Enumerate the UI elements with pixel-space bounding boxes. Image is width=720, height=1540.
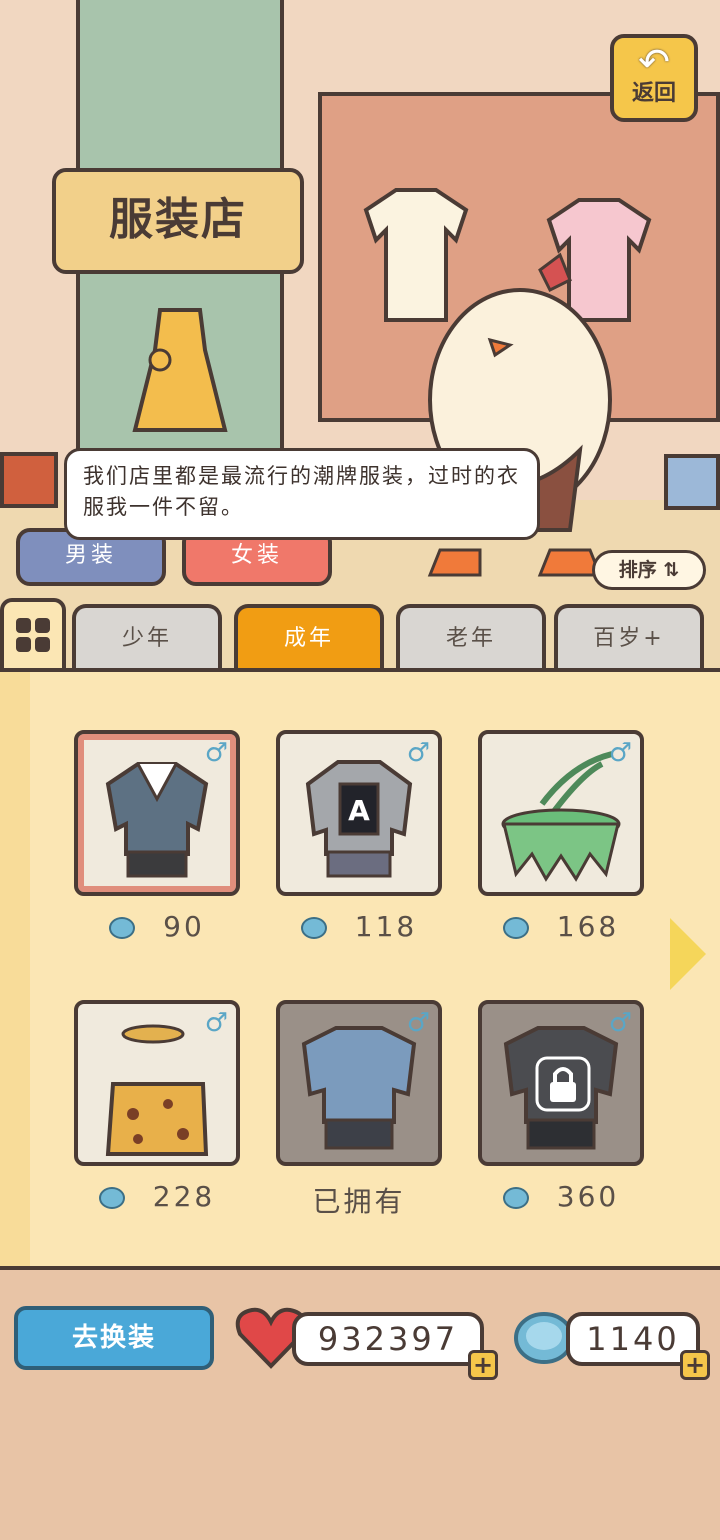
coin-icon: [98, 1187, 125, 1209]
price-value: 228: [152, 1180, 216, 1213]
price-value: 168: [556, 910, 620, 943]
item-price-black-shirt: 360: [478, 1180, 644, 1220]
go-dress-up-button[interactable]: 去换装: [14, 1306, 214, 1370]
item-price-blazer: 90: [74, 910, 240, 950]
item-card-blazer[interactable]: ♂: [74, 730, 240, 896]
item-owned-label: 已拥有: [276, 1180, 442, 1220]
male-icon: ♂: [406, 738, 430, 768]
tab-womenswear-label: 女装: [230, 543, 283, 568]
item-card-leaf-skirt[interactable]: ♂: [478, 730, 644, 896]
coin-icon: [300, 917, 327, 939]
tab-centenarian-label: 百岁+: [593, 626, 665, 651]
storage-box-red: [0, 452, 58, 508]
item-card-black-shirt[interactable]: ♂: [478, 1000, 644, 1166]
male-icon: ♂: [204, 1008, 228, 1038]
shopkeeper-speech-bubble: 我们店里都是最流行的潮牌服装，过时的衣服我一件不留。: [64, 448, 540, 540]
price-value: 360: [556, 1180, 620, 1213]
storage-box: [664, 454, 720, 510]
back-arrow-icon: ↶: [638, 40, 670, 84]
item-card-letter-jacket[interactable]: A ♂: [276, 730, 442, 896]
dress-mannequin: [132, 308, 228, 432]
lock-icon: [535, 1056, 591, 1112]
item-price-letter-jacket: 118: [276, 910, 442, 950]
owned-text: 已拥有: [312, 1185, 406, 1218]
coin-icon: [109, 917, 136, 939]
price-value: 118: [354, 910, 418, 943]
tab-elder[interactable]: 老年: [396, 604, 546, 668]
tab-adult[interactable]: 成年: [234, 604, 384, 668]
male-icon: ♂: [608, 738, 632, 768]
male-icon: ♂: [406, 1008, 430, 1038]
coin-icon: [502, 917, 529, 939]
male-icon: ♂: [204, 738, 228, 768]
shop-scene: ↶ 返回 服装店 男装 女装 我们店里都是最流行的潮牌服装，过时的衣服我一件不留…: [0, 0, 720, 670]
sort-button[interactable]: 排序 ⇅: [592, 550, 706, 590]
tab-menswear-label: 男装: [64, 543, 117, 568]
hearts-counter: 932397: [292, 1312, 484, 1366]
item-card-leopard[interactable]: ♂: [74, 1000, 240, 1166]
tab-adult-label: 成年: [283, 626, 334, 651]
tab-elder-label: 老年: [445, 626, 496, 651]
price-value: 90: [163, 910, 205, 943]
item-panel: ♂ 90 A ♂ 118 ♂ 168 ♂ 228 ♂ 已拥有 ♂ 360: [0, 668, 720, 1270]
item-card-blue-shirt[interactable]: ♂: [276, 1000, 442, 1166]
grid-icon: [16, 618, 50, 652]
male-icon: ♂: [608, 1008, 632, 1038]
coin-icon: [502, 1187, 529, 1209]
age-tab-bar: 少年 成年 老年 百岁+: [0, 598, 720, 670]
back-button[interactable]: ↶ 返回: [610, 34, 698, 122]
tab-youth[interactable]: 少年: [72, 604, 222, 668]
back-label: 返回: [631, 81, 676, 106]
svg-text:A: A: [348, 794, 370, 827]
item-price-leopard: 228: [74, 1180, 240, 1220]
panel-edge-strip: [0, 672, 30, 1266]
next-page-arrow-icon[interactable]: [670, 918, 706, 990]
item-price-leaf-skirt: 168: [478, 910, 644, 950]
add-hearts-button[interactable]: +: [468, 1350, 498, 1380]
tab-grid-view[interactable]: [0, 598, 66, 670]
add-coins-button[interactable]: +: [680, 1350, 710, 1380]
shop-title-sign: 服装店: [52, 168, 304, 274]
tab-centenarian[interactable]: 百岁+: [554, 604, 704, 668]
tab-youth-label: 少年: [121, 626, 172, 651]
